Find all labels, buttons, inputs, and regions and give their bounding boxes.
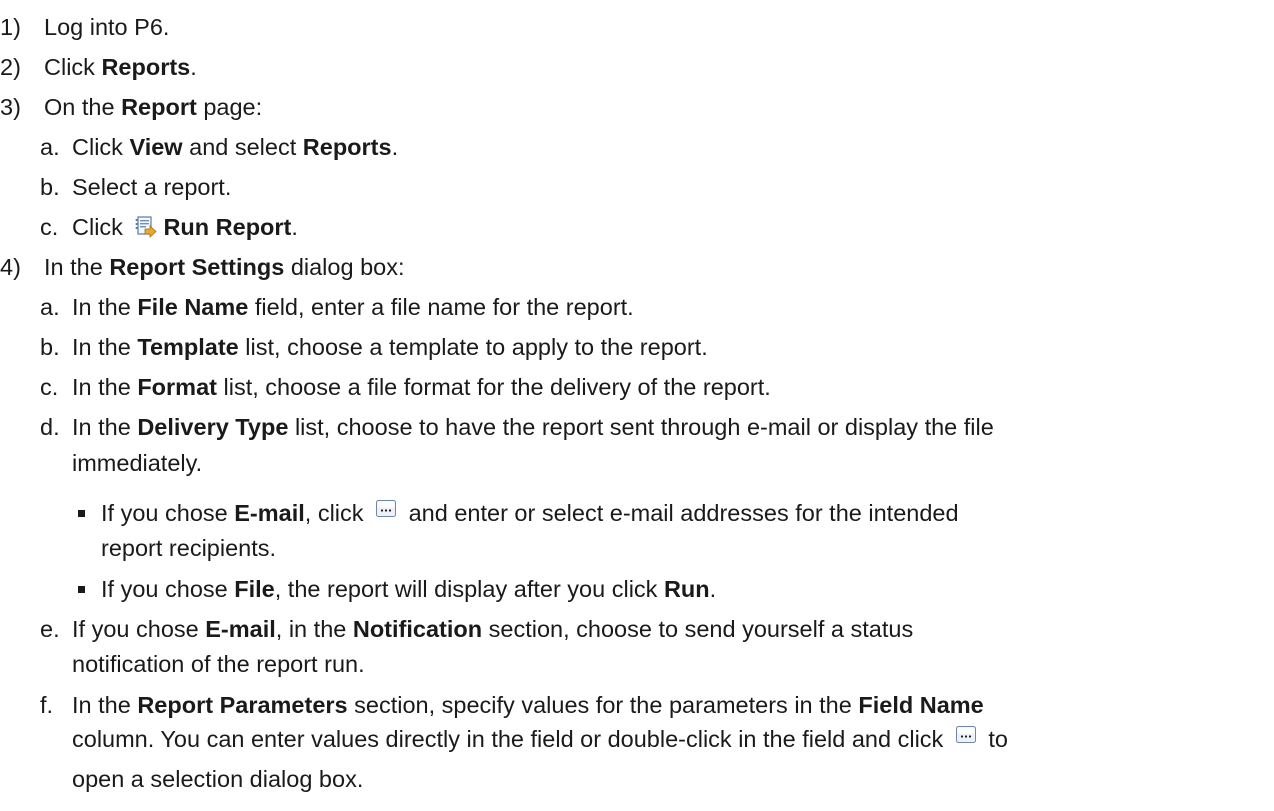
text-run: If you chose (101, 576, 235, 602)
text-run: open a selection dialog box. (72, 766, 364, 792)
step-number: a. (40, 294, 60, 320)
step-number: b. (40, 174, 60, 200)
step-text: If you chose E-mail, in the Notification… (72, 615, 913, 643)
step-text: On the Report page: (44, 93, 262, 121)
ui-term: Notification (352, 616, 483, 642)
ui-term: Format (137, 374, 217, 400)
text-run: section, specify values for the paramete… (347, 692, 859, 718)
text-run: If you chose (101, 500, 235, 526)
text-run: In the (72, 692, 138, 718)
step-number: c. (40, 374, 59, 400)
bullet-marker (78, 510, 85, 517)
text-run: Select a report. (72, 174, 232, 200)
document-page: { "steps": [ {"num": "1)", "parts": [{"t… (0, 0, 1274, 811)
step-text: If you chose E-mail, click and enter or … (101, 499, 959, 527)
text-run: . (391, 134, 399, 160)
step-text: In the Report Parameters section, specif… (72, 691, 984, 719)
step-text: notification of the report run. (72, 650, 365, 678)
text-run: . (190, 54, 197, 80)
text-run: field, enter a file name for the report. (248, 294, 634, 320)
text-run: . (291, 214, 298, 240)
text-run: list, choose to have the report sent thr… (288, 414, 994, 440)
text-run: list, choose a template to apply to the … (238, 334, 708, 360)
ui-term: Delivery Type (137, 414, 289, 440)
text-run: and select (182, 134, 303, 160)
step-text: Select a report. (72, 173, 231, 201)
ui-term: Run (663, 576, 710, 602)
ui-term: Reports (101, 54, 191, 80)
ui-term: File (234, 576, 275, 602)
step-text: In the Delivery Type list, choose to hav… (72, 413, 994, 441)
text-run: Click (72, 134, 130, 160)
step-text: In the File Name field, enter a file nam… (72, 293, 634, 321)
text-run: immediately. (72, 450, 203, 476)
text-run: In the (72, 334, 138, 360)
text-run: column. You can enter values directly in… (72, 726, 950, 752)
ellipsis-button-icon (955, 726, 976, 743)
step-number: 1) (0, 14, 21, 40)
text-run: Click (72, 214, 130, 240)
step-text: In the Report Settings dialog box: (44, 253, 405, 281)
step-text: In the Template list, choose a template … (72, 333, 708, 361)
text-run: section, choose to send yourself a statu… (482, 616, 914, 642)
bullet-marker (78, 586, 85, 593)
ui-term: File Name (137, 294, 249, 320)
text-run: , in the (275, 616, 353, 642)
ui-term: Template (137, 334, 239, 360)
ui-term: View (129, 134, 183, 160)
text-run: On the (44, 94, 122, 120)
ui-term: Field Name (858, 692, 984, 718)
step-number: e. (40, 616, 60, 642)
text-run: In the (72, 294, 138, 320)
step-text: Log into P6. (44, 13, 169, 41)
text-run: In the (72, 374, 138, 400)
text-run: . (709, 576, 717, 602)
step-number: 3) (0, 94, 21, 120)
step-number: c. (40, 214, 59, 240)
step-text: In the Format list, choose a file format… (72, 373, 771, 401)
step-text: Click Run Report. (72, 213, 298, 241)
step-text: Click View and select Reports. (72, 133, 398, 161)
text-run: , the report will display after you clic… (274, 576, 664, 602)
step-text: immediately. (72, 449, 202, 477)
text-run: In the (44, 254, 110, 280)
step-text: report recipients. (101, 534, 276, 562)
step-number: 4) (0, 254, 21, 280)
step-number: a. (40, 134, 60, 160)
text-run: page: (196, 94, 263, 120)
step-text: column. You can enter values directly in… (72, 725, 1008, 753)
text-run: to (981, 726, 1008, 752)
text-run: , click (304, 500, 371, 526)
step-text: If you chose File, the report will displ… (101, 575, 716, 603)
ui-term: Report Parameters (137, 692, 348, 718)
text-run: list, choose a file format for the deliv… (216, 374, 771, 400)
run-report-icon (135, 216, 158, 238)
step-number: d. (40, 414, 60, 440)
text-run: Click (44, 54, 102, 80)
step-text: Click Reports. (44, 53, 197, 81)
ui-term: E-mail (234, 500, 305, 526)
text-run: Log into P6. (44, 14, 170, 40)
text-run: If you chose (72, 616, 206, 642)
text-run: report recipients. (101, 535, 277, 561)
step-text: open a selection dialog box. (72, 765, 363, 793)
ui-term: Report (121, 94, 197, 120)
step-number: f. (40, 692, 54, 718)
ui-term: Report Settings (109, 254, 285, 280)
text-run: dialog box: (284, 254, 405, 280)
ellipsis-button-icon (376, 500, 397, 517)
ui-term: E-mail (205, 616, 276, 642)
text-run: and enter or select e-mail addresses for… (402, 500, 959, 526)
step-number: b. (40, 334, 60, 360)
step-number: 2) (0, 54, 21, 80)
text-run: notification of the report run. (72, 651, 365, 677)
ui-term: Run Report (163, 214, 292, 240)
ui-term: Reports (302, 134, 392, 160)
text-run: In the (72, 414, 138, 440)
